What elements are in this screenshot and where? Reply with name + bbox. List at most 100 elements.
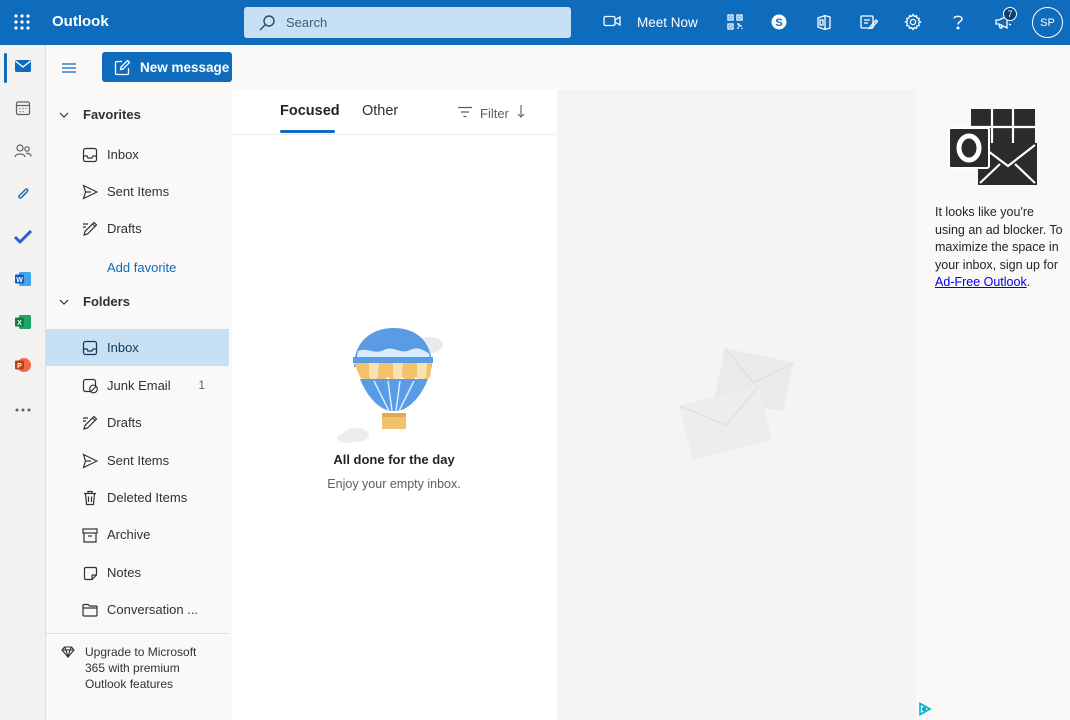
new-message-button[interactable]: New message <box>102 52 232 82</box>
folder-sent-items[interactable]: Sent Items <box>46 442 229 479</box>
app-rail: W X P <box>0 45 46 720</box>
diamond-icon <box>61 646 75 661</box>
folder-inbox[interactable]: Inbox <box>46 329 229 366</box>
new-message-label: New message <box>140 59 230 75</box>
folder-label: Drafts <box>107 221 142 236</box>
powerpoint-icon[interactable]: P <box>0 346 46 384</box>
inbox-icon <box>81 339 99 357</box>
search-box[interactable]: Search <box>244 7 571 38</box>
inbox-tabs: Focused Other Filter <box>232 90 556 135</box>
navigation-toggle-icon[interactable] <box>58 58 80 78</box>
send-icon <box>81 452 99 470</box>
drafts-icon <box>81 414 99 432</box>
tab-focused[interactable]: Focused <box>280 103 340 119</box>
folder-label: Deleted Items <box>107 490 188 505</box>
svg-text:P: P <box>17 363 22 370</box>
video-camera-icon <box>603 14 621 31</box>
qr-code-icon[interactable] <box>725 12 745 32</box>
notification-badge: 7 <box>1003 7 1017 21</box>
favorites-header[interactable]: Favorites <box>46 100 229 130</box>
reading-pane <box>558 90 916 720</box>
active-indicator <box>4 53 7 83</box>
ad-message-text: It looks like you're using an ad blocker… <box>935 205 1063 272</box>
folder-archive[interactable]: Archive <box>46 516 229 553</box>
ad-pane: It looks like you're using an ad blocker… <box>916 90 1070 720</box>
more-apps-icon[interactable] <box>0 391 46 429</box>
todo-icon[interactable] <box>0 218 46 256</box>
settings-gear-icon[interactable] <box>903 12 923 32</box>
folder-label: Archive <box>107 527 151 542</box>
folder-label: Junk Email <box>107 378 171 393</box>
sort-arrow-icon <box>517 105 525 121</box>
compose-icon <box>114 59 131 76</box>
folders-header[interactable]: Folders <box>46 287 229 317</box>
folder-label: Conversation ... <box>107 602 199 617</box>
folder-drafts[interactable]: Drafts <box>46 404 229 441</box>
svg-text:S: S <box>775 17 782 29</box>
send-icon <box>81 183 99 201</box>
ad-message-period: . <box>1026 275 1031 289</box>
folder-label: Sent Items <box>107 453 170 468</box>
filter-button[interactable]: Filter <box>458 103 525 123</box>
top-bar: Outlook Search Meet Now S 7 SP <box>0 0 1070 45</box>
add-favorite-link[interactable]: Add favorite <box>107 260 176 275</box>
chevron-down-icon <box>58 296 70 311</box>
junk-icon <box>81 377 99 395</box>
folder-label: Drafts <box>107 415 142 430</box>
folder-deleted-items[interactable]: Deleted Items <box>46 479 229 516</box>
svg-text:W: W <box>16 277 23 284</box>
tab-selected-indicator <box>280 130 335 133</box>
unread-count: 1 <box>198 378 205 392</box>
envelope-illustration <box>676 345 796 468</box>
word-icon[interactable]: W <box>0 260 46 298</box>
empty-state-title: All done for the day <box>333 452 455 467</box>
inbox-icon <box>81 146 99 164</box>
folder-label: Inbox <box>107 340 139 355</box>
favorite-sent-items[interactable]: Sent Items <box>46 173 229 210</box>
skype-icon[interactable]: S <box>769 12 789 32</box>
my-day-icon[interactable] <box>859 12 879 32</box>
mail-icon[interactable] <box>0 47 46 85</box>
office-icon[interactable] <box>814 12 834 32</box>
favorites-label: Favorites <box>83 107 141 122</box>
filter-icon <box>458 106 472 121</box>
favorite-inbox[interactable]: Inbox <box>46 136 229 173</box>
ad-free-outlook-link[interactable]: Ad-Free Outlook <box>935 275 1027 289</box>
empty-state-subtitle: Enjoy your empty inbox. <box>327 477 461 491</box>
meet-now-label: Meet Now <box>637 14 698 30</box>
folder-label: Inbox <box>107 147 139 162</box>
adchoices-icon[interactable] <box>918 702 932 719</box>
folder-pane: Favorites Inbox Sent Items Drafts Add fa… <box>46 90 229 720</box>
drafts-icon <box>81 220 99 238</box>
app-launcher-icon[interactable] <box>13 13 31 31</box>
filter-label: Filter <box>480 105 509 121</box>
folders-label: Folders <box>83 294 130 309</box>
avatar[interactable]: SP <box>1032 7 1063 38</box>
search-placeholder: Search <box>286 15 328 30</box>
hot-air-balloon-illustration <box>334 323 454 451</box>
attachment-icon[interactable] <box>0 175 46 213</box>
ad-blocker-message: It looks like you're using an ad blocker… <box>935 204 1063 292</box>
svg-text:X: X <box>17 320 22 327</box>
tab-other[interactable]: Other <box>362 103 398 119</box>
upgrade-text: Upgrade to Microsoft 365 with premium Ou… <box>85 645 197 691</box>
folder-icon <box>81 601 99 619</box>
trash-icon <box>81 489 99 507</box>
folder-junk-email[interactable]: Junk Email 1 <box>46 367 229 404</box>
folder-conversation-history[interactable]: Conversation ... <box>46 591 229 628</box>
app-title[interactable]: Outlook <box>52 13 109 30</box>
upgrade-banner[interactable]: Upgrade to Microsoft 365 with premium Ou… <box>46 633 229 720</box>
meet-now-button[interactable]: Meet Now <box>603 12 698 32</box>
excel-icon[interactable]: X <box>0 303 46 341</box>
favorite-drafts[interactable]: Drafts <box>46 210 229 247</box>
outlook-logo-icon <box>948 108 1038 191</box>
help-icon[interactable] <box>948 12 968 32</box>
folder-notes[interactable]: Notes <box>46 554 229 591</box>
search-icon <box>258 14 276 35</box>
notes-icon <box>81 564 99 582</box>
chevron-down-icon <box>58 109 70 124</box>
folder-label: Notes <box>107 565 141 580</box>
people-icon[interactable] <box>0 132 46 170</box>
calendar-icon[interactable] <box>0 89 46 127</box>
message-list: Focused Other Filter All done for the da… <box>232 90 556 720</box>
